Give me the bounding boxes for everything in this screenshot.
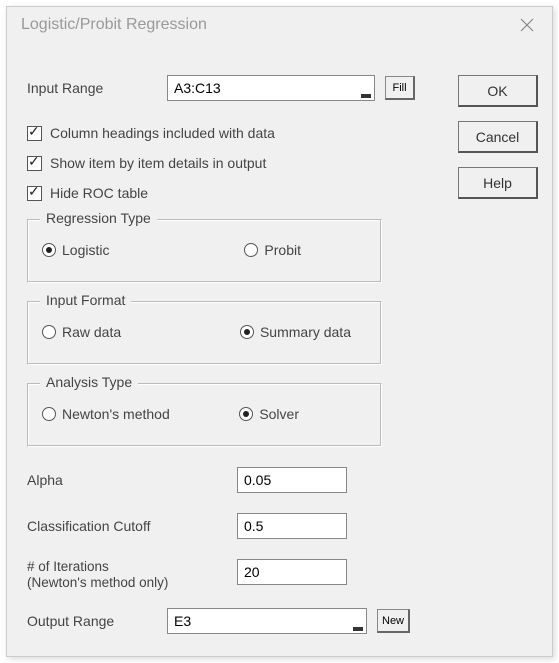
group-analysis-type: Analysis Type Newton's method Solver [27,383,382,447]
radio-summary-data[interactable]: Summary data [240,324,351,340]
radio-probit-label: Probit [264,242,301,258]
close-icon[interactable] [512,13,542,37]
iterations-label2: (Newton's method only) [27,575,168,590]
output-range-row: Output Range New [27,608,538,634]
radio-newton[interactable]: Newton's method [42,406,170,422]
input-range-wrap [167,75,375,101]
ok-button[interactable]: OK [458,75,538,107]
dialog-window: Logistic/Probit Regression Input Range F… [6,6,553,657]
output-range-wrap [167,608,367,634]
check-details-box[interactable] [27,156,42,171]
cancel-button[interactable]: Cancel [458,121,538,153]
group-regression-legend: Regression Type [40,210,157,226]
regression-radio-row: Logistic Probit [42,242,371,258]
input-range-field[interactable] [167,75,375,101]
check-headings-box[interactable] [27,126,42,141]
radio-summary-circle [240,325,254,339]
output-range-label: Output Range [27,613,157,629]
analysis-radio-row: Newton's method Solver [42,406,371,422]
input-format-radio-row: Raw data Summary data [42,324,371,340]
button-sidebar: OK Cancel Help [458,75,538,199]
cutoff-label: Classification Cutoff [27,518,237,534]
iterations-label: # of Iterations (Newton's method only) [27,559,237,590]
radio-solver-circle [239,407,253,421]
group-input-format-legend: Input Format [40,292,131,308]
check-headings-label: Column headings included with data [50,125,275,141]
cutoff-row: Classification Cutoff [27,513,538,539]
radio-probit[interactable]: Probit [244,242,301,258]
alpha-label: Alpha [27,472,237,488]
alpha-row: Alpha [27,467,538,493]
alpha-field[interactable] [237,467,347,493]
group-regression-type: Regression Type Logistic Probit [27,219,382,283]
radio-newton-circle [42,407,56,421]
radio-raw-circle [42,325,56,339]
iterations-field[interactable] [237,559,347,585]
dialog-title: Logistic/Probit Regression [21,16,207,34]
new-button[interactable]: New [377,609,410,633]
fill-button[interactable]: Fill [385,76,415,100]
check-details-label: Show item by item details in output [50,155,266,171]
input-range-label: Input Range [27,80,167,96]
radio-raw-label: Raw data [62,324,121,340]
radio-newton-label: Newton's method [62,406,170,422]
check-hideroc-box[interactable] [27,186,42,201]
output-range-field[interactable] [167,608,367,634]
iterations-label1: # of Iterations [27,559,109,574]
range-picker-icon[interactable] [361,94,371,98]
radio-summary-label: Summary data [260,324,351,340]
group-analysis-legend: Analysis Type [40,374,138,390]
radio-logistic-label: Logistic [62,242,109,258]
cutoff-field[interactable] [237,513,347,539]
group-input-format: Input Format Raw data Summary data [27,301,382,365]
radio-raw-data[interactable]: Raw data [42,324,121,340]
radio-logistic-circle [42,243,56,257]
radio-probit-circle [244,243,258,257]
radio-logistic[interactable]: Logistic [42,242,109,258]
radio-solver-label: Solver [259,406,299,422]
output-range-picker-icon[interactable] [353,627,363,631]
titlebar: Logistic/Probit Regression [7,7,552,43]
radio-solver[interactable]: Solver [239,406,299,422]
dialog-body: Input Range Fill OK Cancel Help Column h… [27,55,538,642]
help-button[interactable]: Help [458,167,538,199]
iterations-row: # of Iterations (Newton's method only) [27,559,538,590]
check-hideroc-label: Hide ROC table [50,185,148,201]
